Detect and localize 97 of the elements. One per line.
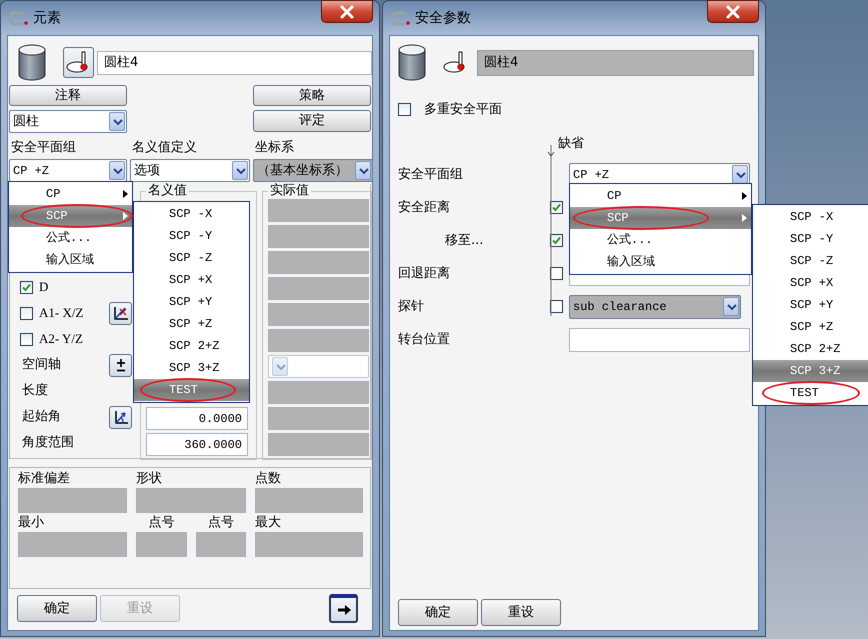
menu-item[interactable]: 输入区域 bbox=[9, 249, 132, 271]
menu-item[interactable]: SCP +Z bbox=[753, 316, 868, 338]
menu-item[interactable]: CP bbox=[570, 185, 751, 207]
field-label: 点号 bbox=[207, 515, 235, 531]
option-label: A2- Y/Z bbox=[39, 330, 83, 348]
menu-item[interactable]: CP bbox=[9, 183, 132, 205]
option-label: 起始角 bbox=[22, 408, 61, 426]
menu-item[interactable]: SCP +Y bbox=[753, 294, 868, 316]
value-field[interactable]: 0.0000 bbox=[146, 407, 248, 430]
push-button[interactable]: 重设 bbox=[481, 599, 561, 626]
dropdown[interactable]: CP +Z bbox=[9, 159, 127, 182]
field-label: 标准偏差 bbox=[18, 471, 71, 487]
push-button[interactable]: 确定 bbox=[398, 599, 478, 626]
value-field[interactable]: 360.0000 bbox=[146, 433, 248, 456]
field-label: 名义值定义 bbox=[131, 140, 198, 156]
menu-item[interactable]: SCP bbox=[9, 205, 132, 227]
checkbox[interactable] bbox=[550, 267, 563, 280]
checkbox-label: 多重安全平面 bbox=[424, 100, 502, 119]
field-label: 坐标系 bbox=[254, 140, 295, 156]
field-label: 最小 bbox=[18, 515, 45, 531]
name-field[interactable]: 圆柱4 bbox=[97, 50, 372, 74]
probe-button[interactable] bbox=[63, 47, 94, 78]
menu-item[interactable]: SCP 2+Z bbox=[753, 338, 868, 360]
name-field: 圆柱4 bbox=[477, 50, 754, 76]
readonly-field bbox=[136, 532, 187, 557]
tool-button[interactable] bbox=[109, 354, 132, 376]
cylinder-icon bbox=[18, 44, 46, 82]
arrow-icon bbox=[336, 602, 352, 616]
menu-item[interactable]: SCP bbox=[570, 207, 751, 229]
menu-item[interactable]: 输入区域 bbox=[570, 251, 751, 273]
menu-item[interactable]: TEST bbox=[134, 379, 249, 401]
checkbox[interactable] bbox=[20, 332, 33, 346]
field-label: 最大 bbox=[255, 515, 282, 531]
readonly-field bbox=[196, 532, 246, 557]
menu-item[interactable]: 公式... bbox=[9, 227, 132, 249]
close-button[interactable] bbox=[707, 0, 759, 23]
option-label: 空间轴 bbox=[22, 356, 61, 374]
app-logo-icon bbox=[391, 10, 411, 26]
submenu-arrow-icon bbox=[123, 190, 128, 198]
menu-item[interactable]: SCP -Y bbox=[753, 228, 868, 250]
menu-item[interactable]: SCP 3+Z bbox=[753, 360, 868, 382]
menu-item[interactable]: SCP +X bbox=[753, 272, 868, 294]
menu-item[interactable]: SCP 3+Z bbox=[134, 357, 249, 379]
checkbox[interactable] bbox=[550, 201, 563, 214]
checkbox[interactable] bbox=[20, 280, 33, 294]
input-field[interactable] bbox=[569, 328, 750, 352]
menu-item[interactable]: SCP -Y bbox=[134, 225, 249, 247]
option-label: 角度范围 bbox=[22, 434, 74, 452]
menu-item[interactable]: 公式... bbox=[570, 229, 751, 251]
push-button[interactable]: 确定 bbox=[17, 595, 97, 622]
field-label: 回退距离 bbox=[398, 264, 451, 283]
menu-item[interactable]: SCP 2+Z bbox=[134, 335, 249, 357]
push-button[interactable]: 策略 bbox=[253, 85, 371, 106]
field-label: 转台位置 bbox=[398, 330, 451, 349]
checkbox[interactable] bbox=[398, 103, 411, 116]
push-button: 重设 bbox=[100, 595, 180, 622]
menu-item[interactable]: SCP -Z bbox=[753, 250, 868, 272]
field-label: 探针 bbox=[398, 298, 425, 316]
menu-item[interactable]: SCP -X bbox=[134, 203, 249, 225]
close-button[interactable] bbox=[321, 0, 373, 23]
menu-item[interactable]: SCP -X bbox=[753, 206, 868, 228]
field-label: 安全平面组 bbox=[10, 140, 77, 156]
field-label: 点数 bbox=[255, 471, 282, 487]
option-label: A1- X/Z bbox=[39, 304, 84, 322]
menu-item[interactable]: SCP +Z bbox=[134, 313, 249, 335]
angle-icon bbox=[112, 305, 128, 321]
field-label: 移至... bbox=[444, 232, 484, 250]
field-label: 安全平面组 bbox=[398, 166, 464, 184]
option-label: D bbox=[39, 278, 48, 296]
group-title: 实际值 bbox=[268, 183, 311, 199]
field-label: 安全距离 bbox=[398, 198, 451, 217]
app-logo-icon bbox=[9, 10, 29, 26]
checkbox[interactable] bbox=[20, 306, 33, 320]
dropdown[interactable]: 选项 bbox=[130, 159, 250, 182]
submenu-arrow-icon bbox=[123, 212, 128, 220]
field-label: 点号 bbox=[148, 515, 176, 531]
field-label: 形状 bbox=[136, 471, 163, 487]
tool-button[interactable] bbox=[109, 302, 132, 324]
push-button[interactable]: 评定 bbox=[253, 110, 371, 132]
push-button[interactable]: 注释 bbox=[9, 85, 127, 106]
option-label: 长度 bbox=[22, 382, 48, 400]
menu-item[interactable]: SCP +Y bbox=[134, 291, 249, 313]
submenu-arrow-icon bbox=[742, 214, 747, 222]
checkbox[interactable] bbox=[550, 234, 563, 247]
window-title: 安全参数 bbox=[415, 8, 471, 28]
window-title: 元素 bbox=[33, 8, 61, 28]
cylinder-icon bbox=[398, 44, 426, 82]
tool-button[interactable] bbox=[109, 406, 132, 428]
start-angle-icon bbox=[112, 409, 128, 425]
column-label: 缺省 bbox=[558, 136, 584, 151]
dropdown[interactable]: 圆柱 bbox=[9, 110, 127, 133]
submenu-arrow-icon bbox=[742, 192, 747, 200]
group-title: 名义值 bbox=[146, 183, 189, 199]
menu-item[interactable]: TEST bbox=[753, 382, 868, 404]
menu-item[interactable]: SCP -Z bbox=[134, 247, 249, 269]
menu-item[interactable]: SCP +X bbox=[134, 269, 249, 291]
next-button[interactable] bbox=[329, 594, 358, 623]
